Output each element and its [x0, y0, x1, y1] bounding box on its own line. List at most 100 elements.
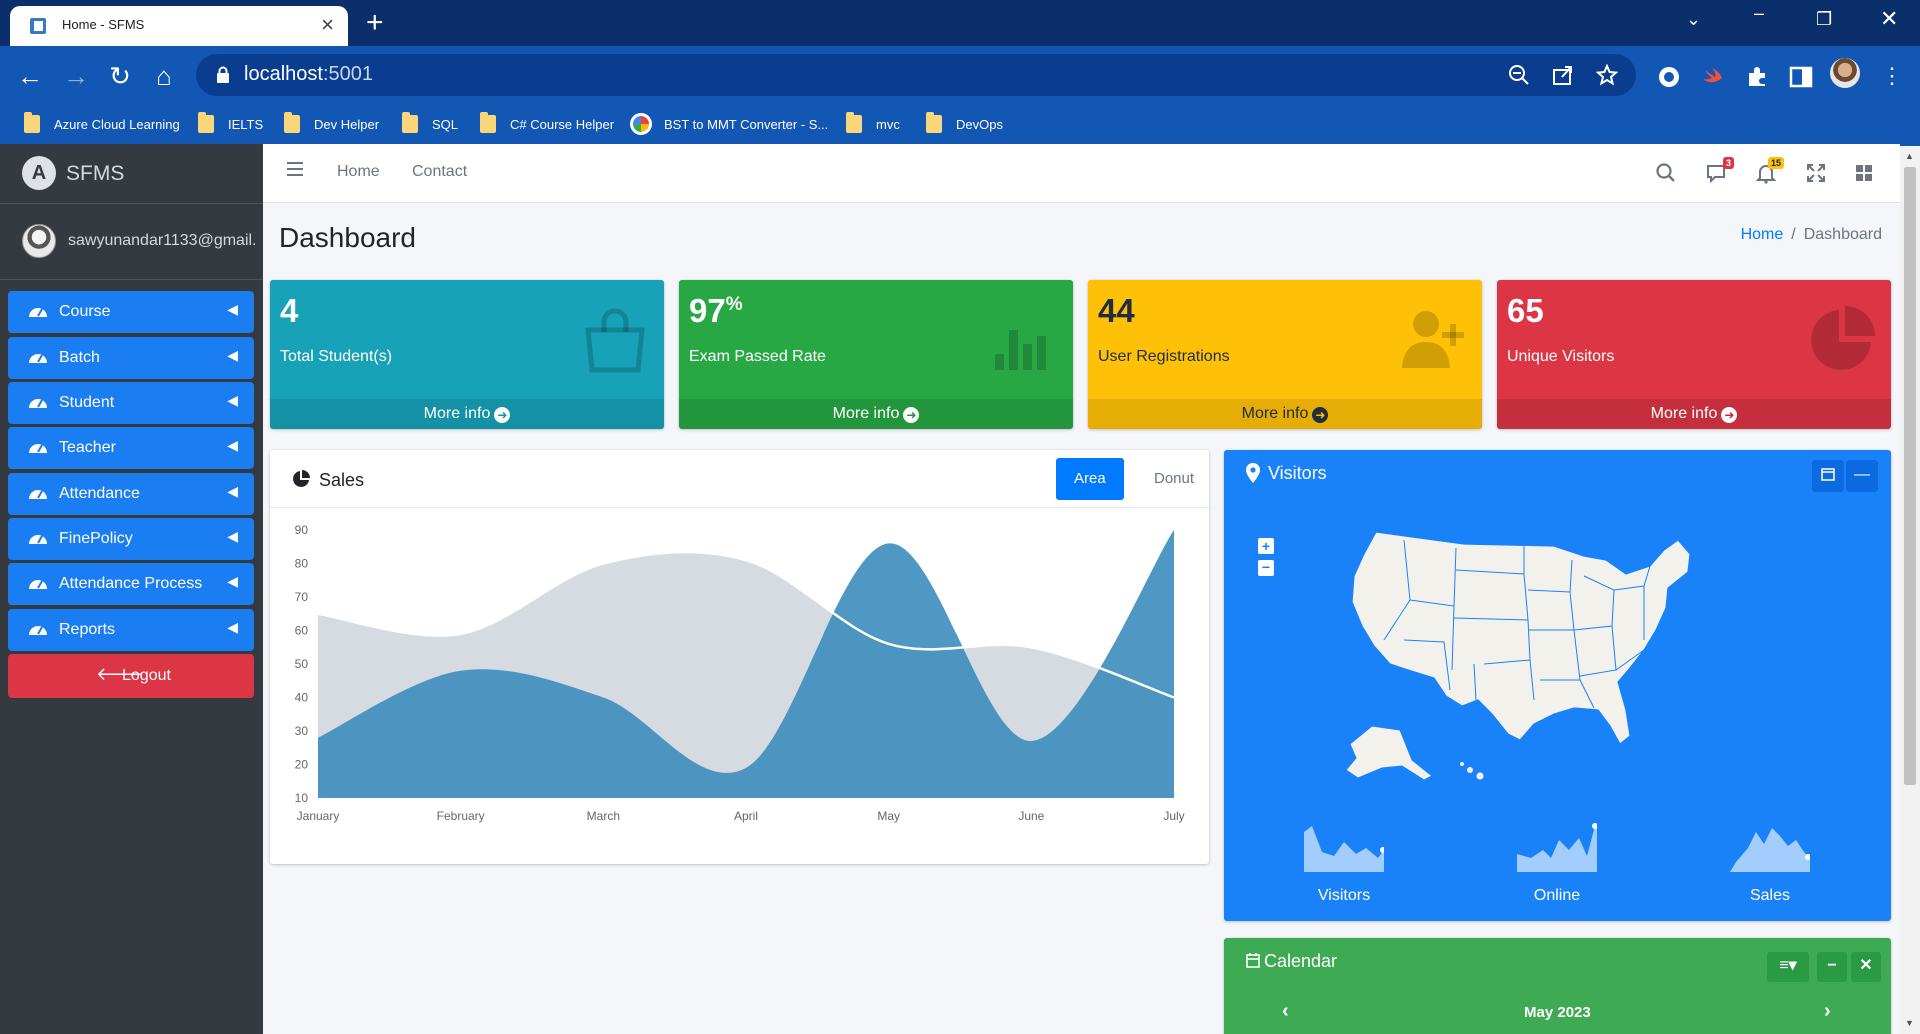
bookmark-label: Dev Helper: [314, 116, 380, 132]
bookmark-item[interactable]: BST to MMT Converter - S...: [630, 112, 828, 136]
bookmark-item[interactable]: IELTS: [198, 112, 263, 136]
map-zoom-in-button[interactable]: +: [1258, 538, 1274, 554]
extension-icon[interactable]: [1656, 64, 1682, 90]
bookmark-item[interactable]: DevOps: [926, 112, 1003, 136]
restore-icon[interactable]: ❐: [1816, 8, 1832, 30]
home-icon[interactable]: ⌂: [146, 58, 182, 94]
folder-icon: [480, 112, 496, 133]
profile-avatar[interactable]: [1830, 58, 1860, 88]
sidebar-item-batch[interactable]: Batch ◀: [8, 337, 254, 379]
x-tick-label: May: [877, 809, 900, 823]
sales-card: Sales Area Donut 90 80 70 60 50 40 30 20 10 Janua…: [270, 450, 1209, 864]
bookmark-item[interactable]: Dev Helper: [284, 112, 379, 136]
bookmark-item[interactable]: SQL: [402, 112, 458, 136]
arrow-left-icon: 🡐: [96, 664, 145, 684]
sidebar-item-course[interactable]: Course ◀: [8, 291, 254, 333]
brand-link[interactable]: A SFMS: [0, 144, 263, 204]
collapse-button[interactable]: —: [1846, 460, 1878, 492]
chrome-globe-icon: [630, 113, 652, 135]
bookmark-label: BST to MMT Converter - S...: [664, 116, 829, 132]
tab-close-icon[interactable]: ×: [321, 12, 334, 38]
forward-icon[interactable]: →: [58, 58, 94, 94]
back-icon[interactable]: ←: [12, 58, 48, 94]
more-info-link[interactable]: More info ➜: [679, 399, 1073, 429]
tab-search-icon[interactable]: ⌄: [1686, 8, 1701, 30]
calendar-close-button[interactable]: ✕: [1851, 952, 1881, 982]
chevron-left-icon: ◀: [227, 392, 238, 408]
user-panel[interactable]: sawyunandar1133@gmail.: [0, 204, 263, 280]
arrow-circle-right-icon: ➜: [1721, 407, 1738, 423]
nav-link-contact[interactable]: Contact: [412, 163, 467, 181]
shopping-bag-icon: [585, 308, 645, 373]
calendar-menu-button[interactable]: ≡▾: [1767, 952, 1809, 982]
fullscreen-icon[interactable]: [1805, 162, 1827, 184]
more-info-link[interactable]: More info ➜: [270, 399, 664, 429]
visitors-card: Visitors — + − Visitors Online Sales: [1224, 450, 1891, 921]
sidebar-item-label: Reports: [59, 621, 116, 638]
bookmark-item[interactable]: C# Course Helper: [480, 112, 614, 136]
chevron-right-icon[interactable]: ›: [1824, 1000, 1831, 1023]
map-zoom-out-button[interactable]: −: [1258, 560, 1274, 576]
more-info-link[interactable]: More info ➜: [1088, 399, 1482, 429]
grid-apps-icon[interactable]: [1853, 162, 1875, 184]
calendar-collapse-button[interactable]: −: [1817, 952, 1847, 982]
minimize-icon[interactable]: –: [1754, 2, 1764, 24]
calendar-icon: [1246, 953, 1260, 968]
calendar-card: Calendar ≡▾ − ✕ ‹ May 2023 ›: [1224, 938, 1891, 1034]
address-bar[interactable]: localhost:5001: [196, 54, 1636, 96]
brand-text: SFMS: [66, 162, 125, 185]
sparkline-label-online: Online: [1533, 887, 1581, 904]
scrollbar-thumb[interactable]: [1904, 167, 1916, 785]
browser-tab[interactable]: Home - SFMS ×: [10, 6, 348, 46]
x-tick-label: February: [437, 809, 485, 823]
sidebar-item-label: FinePolicy: [59, 530, 133, 547]
bookmark-star-icon[interactable]: [1596, 64, 1618, 86]
bookmark-item[interactable]: mvc: [846, 112, 900, 136]
sidebar-item-attendance[interactable]: Attendance ◀: [8, 473, 254, 515]
tab-area[interactable]: Area: [1056, 458, 1124, 500]
logout-button[interactable]: 🡐 Logout: [8, 654, 254, 698]
y-tick-label: 40: [295, 691, 309, 705]
sidebar-item-attendance-process[interactable]: Attendance Process ◀: [8, 563, 254, 605]
window-close-icon[interactable]: ✕: [1880, 8, 1898, 30]
scroll-up-icon[interactable]: ▲: [1905, 151, 1914, 161]
dashboard-gauge-icon: [29, 399, 47, 408]
swift-extension-icon[interactable]: [1700, 64, 1726, 90]
notifications-bell-icon[interactable]: 15: [1755, 157, 1784, 184]
puzzle-icon[interactable]: [1744, 64, 1770, 90]
more-info-link[interactable]: More info ➜: [1497, 399, 1891, 429]
brand-logo-icon: A: [22, 156, 56, 190]
reload-icon[interactable]: ↻: [102, 58, 138, 94]
page-favicon-icon: [30, 18, 46, 34]
new-tab-icon[interactable]: +: [366, 6, 384, 40]
x-tick-label: January: [297, 809, 340, 823]
calendar-toggle-button[interactable]: [1812, 460, 1844, 492]
page-scrollbar[interactable]: ▲ ▼: [1900, 147, 1920, 1034]
dashboard-gauge-icon: [29, 444, 47, 453]
share-icon[interactable]: [1552, 64, 1574, 86]
calendar-card-title: Calendar: [1264, 951, 1338, 971]
tab-title: Home - SFMS: [62, 17, 145, 32]
visitors-sparkline: [1304, 826, 1384, 872]
messages-icon[interactable]: 3: [1705, 157, 1734, 184]
sidebar-item-finepolicy[interactable]: FinePolicy ◀: [8, 518, 254, 560]
page-title: Dashboard: [279, 222, 416, 253]
hamburger-menu-icon[interactable]: [287, 162, 303, 176]
sidebar-item-teacher[interactable]: Teacher ◀: [8, 427, 254, 469]
zoom-icon[interactable]: [1508, 64, 1530, 86]
sidebar-item-reports[interactable]: Reports ◀: [8, 609, 254, 651]
tab-donut[interactable]: Donut: [1136, 458, 1212, 500]
stat-box-user-registrations: 44 User Registrations More info ➜: [1088, 280, 1482, 429]
search-icon[interactable]: [1655, 162, 1677, 184]
breadcrumb-home-link[interactable]: Home: [1741, 226, 1784, 243]
nav-link-home[interactable]: Home: [337, 163, 380, 181]
y-tick-label: 90: [295, 523, 309, 537]
sidebar-item-student[interactable]: Student ◀: [8, 382, 254, 424]
browser-menu-icon[interactable]: ⋮: [1874, 58, 1910, 94]
side-panel-icon[interactable]: [1788, 64, 1814, 90]
folder-icon: [284, 112, 300, 133]
scroll-down-icon[interactable]: ▼: [1905, 1018, 1914, 1028]
folder-icon: [24, 112, 40, 133]
bookmark-item[interactable]: Azure Cloud Learning: [24, 112, 180, 136]
chevron-left-icon[interactable]: ‹: [1282, 1000, 1289, 1023]
